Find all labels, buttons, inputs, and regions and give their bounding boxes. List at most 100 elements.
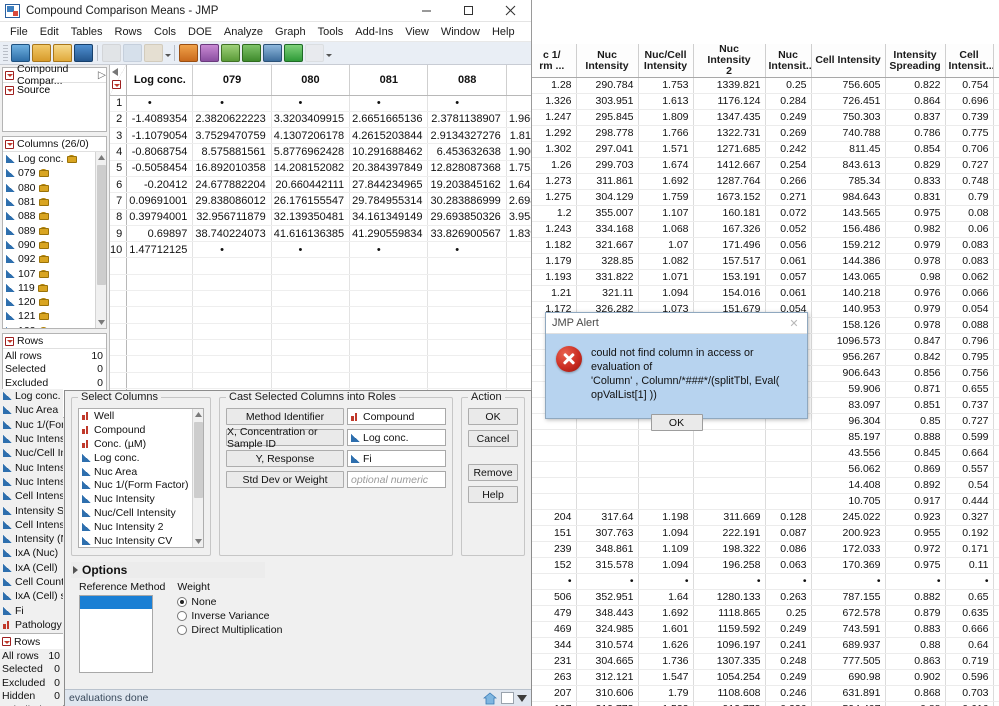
- datatable-cell[interactable]: •: [349, 95, 429, 112]
- help-button[interactable]: Help: [468, 486, 518, 503]
- datatable-cell[interactable]: 0.39794001: [126, 209, 194, 226]
- datatable-cell[interactable]: 8.575881561: [192, 143, 272, 161]
- graph-builder-icon[interactable]: [263, 44, 282, 62]
- role-button-method-identifier[interactable]: Method Identifier: [226, 408, 344, 425]
- minimize-button[interactable]: [405, 0, 447, 22]
- menu-item-tables[interactable]: Tables: [65, 24, 109, 40]
- overlay-column-item[interactable]: Intensity (N+C): [0, 532, 63, 546]
- menu-item-graph[interactable]: Graph: [269, 24, 312, 40]
- table-row[interactable]: 9 0.69897 38.740224073 41.616136385 41.29055…: [110, 225, 531, 243]
- datatable-cell[interactable]: •: [506, 241, 531, 259]
- overlay-column-item[interactable]: Nuc Intensity CV: [0, 475, 63, 489]
- column-list-item[interactable]: 121: [3, 309, 106, 323]
- datatable-cell[interactable]: 2.3781138907: [427, 111, 507, 129]
- column-list-item[interactable]: 089: [3, 223, 106, 237]
- options-header[interactable]: Options: [71, 562, 265, 578]
- overlay-column-item[interactable]: Intensity Spread: [0, 503, 63, 517]
- overlay-column-item[interactable]: Cell Intensity CV: [0, 518, 63, 532]
- datatable-cell[interactable]: 20.384397849: [349, 160, 429, 177]
- datatable-cell[interactable]: 26.176155547: [271, 192, 351, 210]
- tabulate-icon[interactable]: [221, 44, 240, 62]
- overlay-column-item[interactable]: Cell Intensity: [0, 489, 63, 503]
- table-row[interactable]: 8 0.39794001 32.956711879 32.139350481 34.16…: [110, 209, 531, 226]
- maximize-button[interactable]: [447, 0, 489, 22]
- table-row[interactable]: 6 -0.20412 24.677882204 20.660442111 27.8442…: [110, 176, 531, 194]
- alert-ok-button[interactable]: OK: [650, 414, 703, 431]
- summary-icon[interactable]: [242, 44, 261, 62]
- datatable-cell[interactable]: •: [192, 241, 272, 259]
- datatable-cell[interactable]: 10.291688462: [349, 143, 429, 161]
- datatable-cell[interactable]: •: [349, 241, 429, 259]
- datatable-cell[interactable]: 41.616136385: [271, 225, 351, 243]
- datatable-cell[interactable]: 29.693850326: [427, 209, 507, 226]
- options-disclosure-icon[interactable]: [73, 566, 78, 574]
- select-scrollbar-thumb[interactable]: [194, 422, 203, 498]
- datatable-cell[interactable]: 2.9134327276: [427, 127, 507, 145]
- columns-red-triangle-icon[interactable]: [5, 139, 14, 149]
- rows-panel-header[interactable]: Rows: [3, 334, 106, 349]
- weight-radio-row[interactable]: Inverse Variance: [177, 609, 282, 623]
- datatable-cell[interactable]: 3.3203409915: [271, 111, 351, 129]
- profiler-icon[interactable]: [284, 44, 303, 62]
- row-number[interactable]: 8: [110, 209, 128, 226]
- select-column-item[interactable]: Nuc Intensity CV: [79, 534, 203, 547]
- datatable-cell[interactable]: 0.69897: [126, 225, 194, 243]
- source-red-triangle-icon[interactable]: [5, 85, 14, 95]
- column-list-item[interactable]: 080: [3, 181, 106, 195]
- reference-method-selected-item[interactable]: [80, 596, 152, 609]
- column-list-item[interactable]: 088: [3, 209, 106, 223]
- corner-red-triangle-icon[interactable]: [112, 80, 124, 92]
- row-number[interactable]: 2: [110, 111, 128, 129]
- menu-bar[interactable]: File Edit Tables Rows Cols DOE Analyze Graph Too…: [0, 22, 531, 42]
- datatable-cell[interactable]: •: [271, 95, 351, 112]
- table-row[interactable]: 4 -0.8068754 8.575881561 5.8776962428 10.291…: [110, 143, 531, 161]
- datatable-column-header[interactable]: 081: [349, 65, 429, 96]
- close-button[interactable]: [489, 0, 531, 22]
- overlay-column-item[interactable]: Nuc 1/(Form Fac: [0, 418, 63, 432]
- remove-button[interactable]: Remove: [468, 464, 518, 481]
- overlay-column-item[interactable]: Nuc Area: [0, 403, 63, 417]
- datatable-cell[interactable]: 27.844234965: [349, 176, 429, 194]
- datatable-cell[interactable]: 1.8114269454: [506, 127, 531, 145]
- column-list-item[interactable]: 120: [3, 295, 106, 309]
- menu-item-file[interactable]: File: [4, 24, 34, 40]
- radio-icon[interactable]: [177, 625, 188, 635]
- menu-item-cols[interactable]: Cols: [148, 24, 182, 40]
- menu-item-view[interactable]: View: [399, 24, 435, 40]
- select-column-item[interactable]: Log conc.: [79, 451, 203, 465]
- datatable-cell[interactable]: 1.47712125: [126, 241, 194, 259]
- datatable-cell[interactable]: 1.9660413276: [506, 111, 531, 129]
- datatable-column-header[interactable]: Log conc.: [126, 65, 194, 96]
- datatable-cell[interactable]: 32.139350481: [271, 209, 351, 226]
- datatable-column-header[interactable]: 080: [271, 65, 351, 96]
- datatable-cell[interactable]: -0.5058454: [126, 160, 194, 177]
- overlay-column-item[interactable]: IxA (Nuc): [0, 546, 63, 560]
- fit-y-by-x-icon[interactable]: [200, 44, 219, 62]
- menu-item-doe[interactable]: DOE: [182, 24, 218, 40]
- new-script-icon[interactable]: [32, 44, 51, 62]
- dialog-home-icon[interactable]: [482, 691, 498, 705]
- datatable-cell[interactable]: 24.677882204: [192, 176, 272, 194]
- overlay-column-item[interactable]: Fi: [0, 603, 63, 617]
- row-number[interactable]: 10: [110, 241, 128, 259]
- row-number[interactable]: 1: [110, 95, 128, 112]
- disclosure-icon[interactable]: ▷: [98, 69, 106, 81]
- menu-item-rows[interactable]: Rows: [109, 24, 149, 40]
- ok-button[interactable]: OK: [468, 408, 518, 425]
- toolbar[interactable]: [0, 42, 531, 65]
- analyze-toolbar-overflow-icon[interactable]: [325, 45, 332, 61]
- row-number[interactable]: 4: [110, 143, 128, 161]
- datatable-cell[interactable]: 1.6413131442: [506, 176, 531, 194]
- datatable-cell[interactable]: 32.956711879: [192, 209, 272, 226]
- overlay-column-item[interactable]: Nuc/Cell Intensi: [0, 446, 63, 460]
- rows-overlay-red-triangle-icon[interactable]: [2, 637, 11, 646]
- menu-item-analyze[interactable]: Analyze: [218, 24, 269, 40]
- weight-radio-row[interactable]: Direct Multiplication: [177, 623, 282, 637]
- column-list-item[interactable]: 119: [3, 281, 106, 295]
- datatable-cell[interactable]: 2.3820622223: [192, 111, 272, 129]
- table-panel-header[interactable]: Compound Compar... ▷: [3, 63, 106, 87]
- row-number[interactable]: 7: [110, 192, 128, 210]
- table-row[interactable]: 7 0.09691001 29.838086012 26.176155547 29.78…: [110, 192, 531, 210]
- datatable-cell[interactable]: 16.892010358: [192, 160, 272, 177]
- radio-icon[interactable]: [177, 597, 188, 607]
